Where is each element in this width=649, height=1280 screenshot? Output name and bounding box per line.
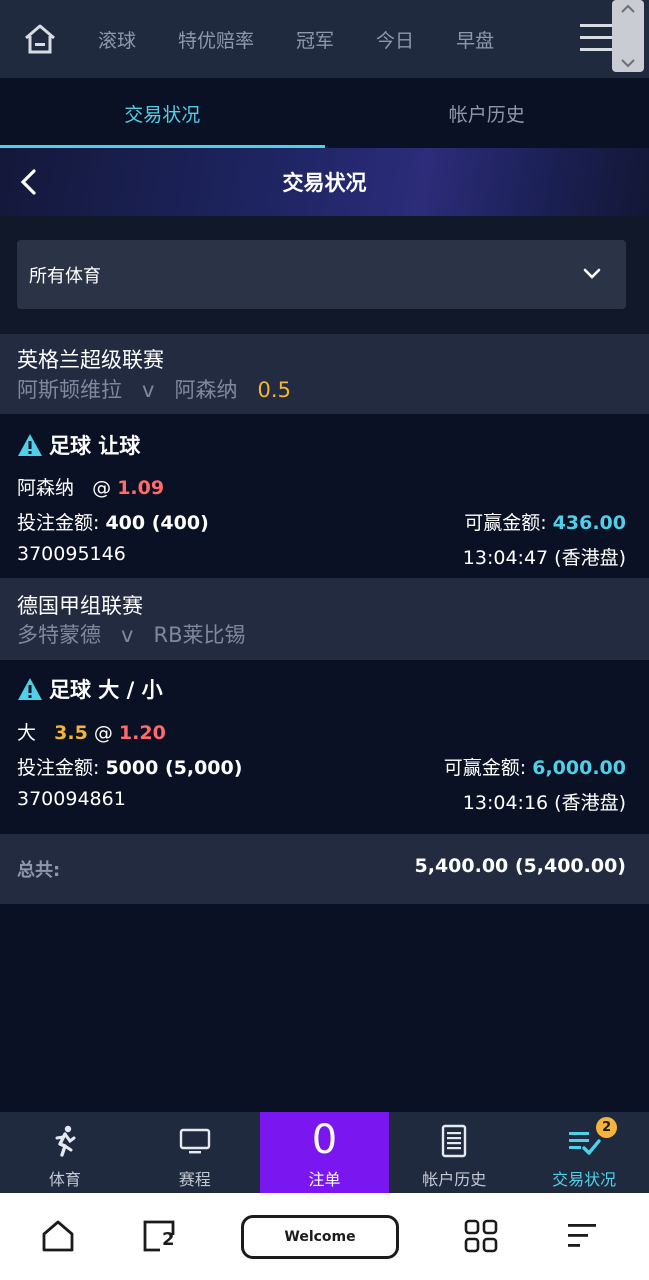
league-name: 德国甲组联赛 <box>17 594 143 618</box>
bet-type: 足球 大 / 小 <box>17 674 163 704</box>
tabbar-trade-status-label: 交易状况 <box>552 1170 617 1189</box>
selection-line: 大 3.5 @ 1.20 <box>17 718 166 745</box>
warning-icon <box>18 678 42 700</box>
selection-line: 阿森纳 @ 1.09 <box>17 473 164 500</box>
stake-row: 投注金额: 400 (400) <box>17 508 209 535</box>
home-icon <box>25 24 55 54</box>
nav-outright[interactable]: 冠军 <box>296 26 334 53</box>
vs-label: v <box>142 378 155 402</box>
total-row: 总共: 5,400.00 (5,400.00) <box>0 834 649 904</box>
home-team: 多特蒙德 <box>17 623 101 647</box>
total-value: 5,400.00 (5,400.00) <box>414 855 627 877</box>
stake-row: 投注金额: 5000 (5,000) <box>17 753 242 780</box>
tab-trade-status[interactable]: 交易状况 <box>0 78 325 148</box>
system-bar: 2 Welcome <box>0 1193 649 1280</box>
back-button[interactable] <box>16 168 42 196</box>
stake-label: 投注金额: <box>17 757 100 779</box>
bet-slip-count: 0 <box>311 1117 338 1163</box>
nav-live[interactable]: 滚球 <box>98 26 136 53</box>
bet-time: 13:04:16 (香港盘) <box>462 792 626 814</box>
stake-value: 400 (400) <box>105 512 209 534</box>
selection: 阿森纳 <box>17 477 75 499</box>
line-value: 3.5 <box>54 722 88 744</box>
odds-value: 1.20 <box>118 722 166 744</box>
page-title: 交易状况 <box>282 171 367 195</box>
nav-early[interactable]: 早盘 <box>456 26 494 53</box>
tabbar-bet-slip[interactable]: 0 注单 <box>259 1112 390 1193</box>
odds-value: 1.09 <box>117 477 165 499</box>
tabs-button[interactable]: 2 <box>142 1219 176 1253</box>
tv-icon <box>179 1128 210 1154</box>
win-row: 可赢金额: 436.00 <box>464 508 626 535</box>
win-value: 436.00 <box>552 512 626 534</box>
top-nav: 滚球 特优赔率 冠军 今日 早盘 <box>0 0 649 78</box>
win-value: 6,000.00 <box>532 757 626 779</box>
away-team: 阿森纳 <box>174 378 238 402</box>
bet-card: 足球 让球 阿森纳 @ 1.09 投注金额: 400 (400) 可赢金额: 4… <box>0 414 649 578</box>
nav-scrollbar[interactable] <box>612 0 644 72</box>
sport-filter-value: 所有体育 <box>29 265 101 287</box>
tabbar-sports-label: 体育 <box>48 1170 81 1189</box>
vs-label: v <box>121 623 134 647</box>
league-name: 英格兰超级联赛 <box>17 348 164 372</box>
league-header: 英格兰超级联赛 阿斯顿维拉 v 阿森纳 0.5 <box>0 334 649 414</box>
page-tabs: 交易状况 帐户历史 <box>0 78 649 148</box>
total-label: 总共: <box>17 860 61 881</box>
chevron-down-icon <box>583 268 601 279</box>
bet-card: 足球 大 / 小 大 3.5 @ 1.20 投注金额: 5000 (5,000)… <box>0 660 649 834</box>
match-teams: 阿斯顿维拉 v 阿森纳 0.5 <box>17 374 291 404</box>
win-label: 可赢金额: <box>464 512 547 534</box>
at-sign: @ <box>92 477 112 499</box>
league-header: 德国甲组联赛 多特蒙德 v RB莱比锡 <box>0 578 649 660</box>
bet-type-label: 足球 让球 <box>49 434 141 458</box>
bet-ref: 370095146 <box>17 543 126 565</box>
tabbar-schedule-label: 赛程 <box>178 1170 211 1189</box>
match-teams: 多特蒙德 v RB莱比锡 <box>17 619 246 649</box>
nav-special-odds[interactable]: 特优赔率 <box>178 26 254 53</box>
bet-ref: 370094861 <box>17 788 126 810</box>
stake-label: 投注金额: <box>17 512 100 534</box>
tabbar-account-history-label: 帐户历史 <box>422 1170 487 1189</box>
selection: 大 <box>17 722 37 744</box>
tabbar-schedule[interactable]: 赛程 <box>130 1112 260 1193</box>
tabbar-bet-slip-label: 注单 <box>308 1170 341 1189</box>
nav-today[interactable]: 今日 <box>376 26 414 53</box>
runner-icon <box>55 1125 76 1157</box>
stake-value: 5000 (5,000) <box>105 757 243 779</box>
chevron-down-icon <box>621 59 635 68</box>
win-label: 可赢金额: <box>443 757 527 779</box>
chevron-up-icon <box>621 4 635 13</box>
welcome-button[interactable]: Welcome <box>241 1215 399 1259</box>
bet-time: 13:04:47 (香港盘) <box>462 547 626 569</box>
home-icon[interactable] <box>41 1219 75 1253</box>
tabbar-account-history[interactable]: 帐户历史 <box>389 1112 519 1193</box>
menu-lines-icon[interactable] <box>566 1219 600 1253</box>
document-icon <box>442 1124 467 1158</box>
bottom-tab-bar: 体育 赛程 0 注单 帐户历史 2 交易状况 <box>0 1112 649 1193</box>
status-badge: 2 <box>596 1117 618 1138</box>
win-row: 可赢金额: 6,000.00 <box>444 753 626 780</box>
away-team: RB莱比锡 <box>153 623 246 647</box>
tab-account-history[interactable]: 帐户历史 <box>325 78 649 148</box>
sport-filter-select[interactable]: 所有体育 <box>17 240 626 309</box>
tabs-count: 2 <box>162 1229 175 1250</box>
tabbar-sports[interactable]: 体育 <box>0 1112 130 1193</box>
page-header: 交易状况 <box>0 148 649 216</box>
home-team: 阿斯顿维拉 <box>17 378 122 402</box>
chevron-left-icon <box>20 169 36 195</box>
warning-icon <box>18 434 42 456</box>
home-button[interactable] <box>0 0 80 78</box>
bet-type: 足球 让球 <box>17 430 140 460</box>
grid-icon[interactable] <box>464 1219 498 1253</box>
filter-section: 所有体育 <box>0 216 649 334</box>
handicap-value: 0.5 <box>257 378 291 402</box>
tabbar-trade-status[interactable]: 2 交易状况 <box>519 1112 649 1193</box>
at-sign: @ <box>93 722 113 744</box>
bet-type-label: 足球 大 / 小 <box>49 678 163 702</box>
